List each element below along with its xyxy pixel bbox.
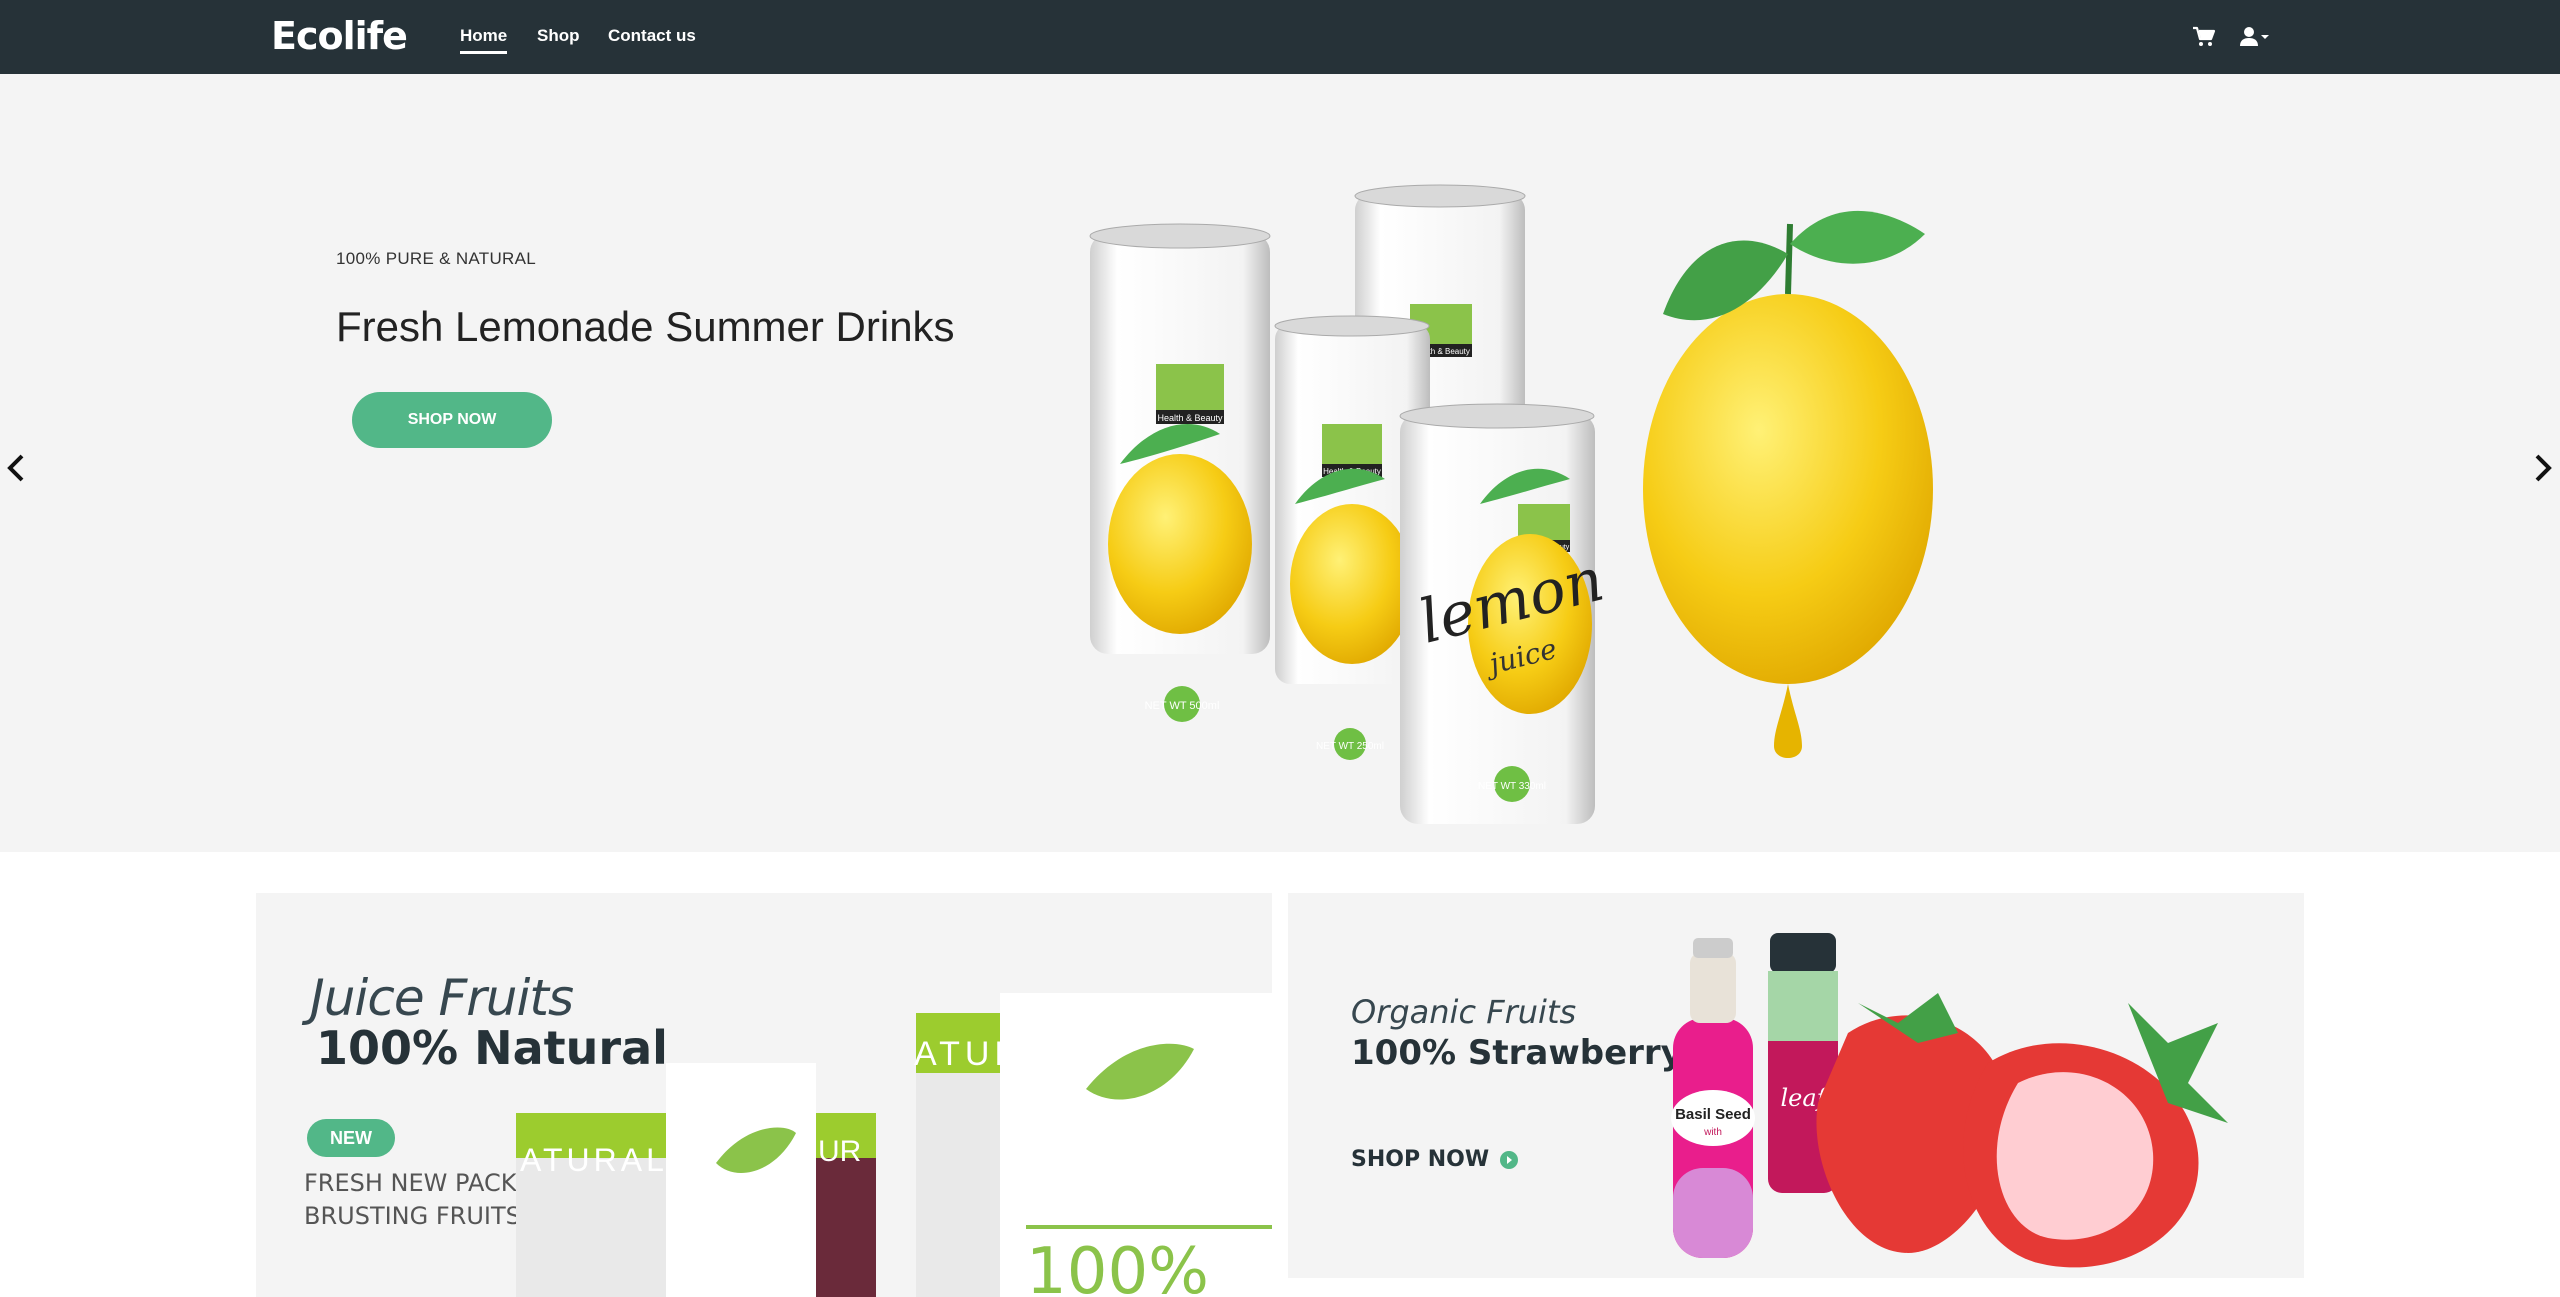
banner-kicker: Organic Fruits — [1351, 993, 1577, 1031]
lemon-drinks-image: Health & Beauty NET WT 500ml Health & Be… — [1089, 184, 1933, 824]
svg-text:Basil Seed: Basil Seed — [1675, 1106, 1751, 1123]
hero-slider: 100% PURE & NATURAL Fresh Lemonade Summe… — [0, 74, 2560, 852]
svg-text:100%: 100% — [1026, 1235, 1209, 1297]
nav-link-contact[interactable]: Contact us — [608, 26, 696, 46]
juice-jars-image: ATURAL J UR ATURAL J 100% — [516, 993, 1272, 1297]
shop-now-label: SHOP NOW — [1351, 1147, 1490, 1172]
can-500ml: Health & Beauty NET WT 500ml — [1089, 223, 1271, 722]
banner-juice-fruits[interactable]: Juice Fruits 100% Natural NEW FRESH NEW … — [256, 893, 1272, 1297]
strawberry-drinks-image: Basil Seed with leaf — [1671, 933, 2228, 1268]
hero-shop-now-button[interactable]: SHOP NOW — [352, 392, 552, 448]
svg-text:NET WT 250ml: NET WT 250ml — [1316, 741, 1384, 752]
banner-description: FRESH NEW PACK BRUSTING FRUITS — [304, 1169, 521, 1230]
arrow-circle-icon — [1500, 1150, 1519, 1169]
svg-text:ATURAL J: ATURAL J — [520, 1142, 700, 1178]
hero-title: Fresh Lemonade Summer Drinks — [336, 303, 955, 350]
new-badge: NEW — [307, 1119, 395, 1157]
nav-link-shop[interactable]: Shop — [537, 26, 580, 46]
hero-eyebrow: 100% PURE & NATURAL — [336, 249, 537, 268]
top-navbar: Ecolife Home Shop Contact us — [0, 0, 2560, 74]
slider-next-arrow[interactable] — [2527, 448, 2557, 488]
user-icon[interactable] — [2240, 26, 2274, 48]
logo-text: Ecolife — [271, 14, 408, 58]
ecolife-logo[interactable]: Ecolife — [271, 14, 408, 58]
slider-prev-arrow[interactable] — [2, 448, 32, 488]
banner-shop-now-link[interactable]: SHOP NOW — [1351, 1147, 1519, 1172]
caret-down-icon — [2261, 35, 2269, 39]
svg-text:NET WT 500ml: NET WT 500ml — [1145, 700, 1220, 712]
nav-link-home[interactable]: Home — [460, 26, 508, 54]
svg-text:NET WT 330ml: NET WT 330ml — [1478, 781, 1546, 792]
banner-title: 100% Strawberry — [1351, 1033, 1683, 1073]
svg-text:Health & Beauty: Health & Beauty — [1157, 413, 1223, 423]
banner-organic-strawberry[interactable]: Organic Fruits 100% Strawberry SHOP NOW … — [1288, 893, 2304, 1278]
whole-lemon — [1643, 210, 1933, 758]
svg-text:with: with — [1703, 1127, 1722, 1138]
can-330ml: Health & Beauty lemon juice NET WT 330ml — [1399, 403, 1610, 824]
svg-text:UR: UR — [818, 1135, 861, 1168]
cart-icon[interactable] — [2192, 26, 2216, 48]
